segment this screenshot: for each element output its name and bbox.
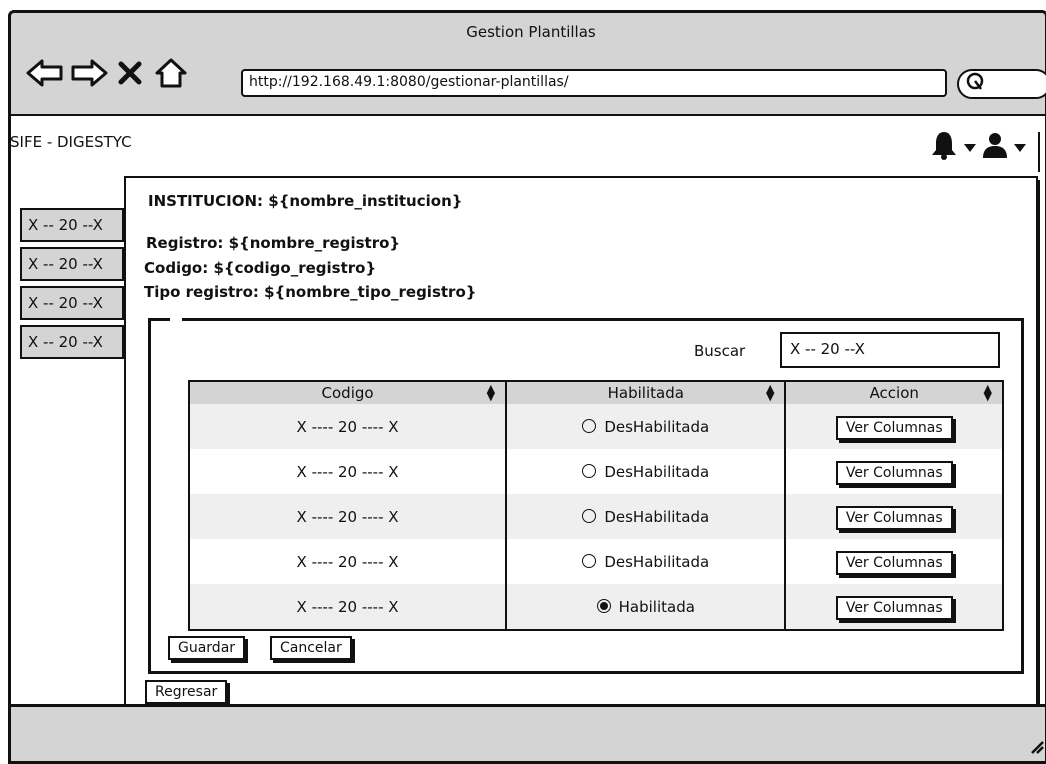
home-icon[interactable] bbox=[151, 53, 191, 93]
status-cell[interactable]: DesHabilitada bbox=[506, 404, 787, 449]
codigo-cell: X ---- 20 ---- X bbox=[189, 449, 508, 494]
user-icon[interactable] bbox=[982, 131, 1008, 163]
action-cell: Ver Columnas bbox=[785, 494, 1004, 539]
sort-icon[interactable]: ▲ ▼ bbox=[487, 383, 495, 402]
status-cell[interactable]: DesHabilitada bbox=[506, 494, 787, 539]
window-title: Gestion Plantillas bbox=[466, 23, 596, 41]
table-row: X ---- 20 ---- X DesHabilitada Ver Colum… bbox=[189, 539, 1004, 584]
side-tab[interactable]: X -- 20 --X bbox=[20, 325, 124, 359]
group-border-gap bbox=[170, 314, 182, 322]
sort-icon[interactable]: ▲ ▼ bbox=[984, 383, 992, 402]
action-cell: Ver Columnas bbox=[785, 404, 1004, 449]
side-tab[interactable]: X -- 20 --X bbox=[20, 247, 124, 281]
back-arrow-icon[interactable] bbox=[25, 53, 65, 93]
resize-icon[interactable] bbox=[1028, 738, 1044, 758]
search-label: Buscar bbox=[694, 342, 746, 360]
scrollbar[interactable] bbox=[1038, 180, 1046, 705]
registro-label: Registro: ${nombre_registro} bbox=[146, 234, 401, 252]
header-actions bbox=[930, 130, 1026, 164]
side-tab[interactable]: X -- 20 --X bbox=[20, 286, 124, 320]
institution-label: INSTITUCION: ${nombre_institucion} bbox=[148, 192, 463, 210]
status-cell[interactable]: Habilitada bbox=[506, 584, 787, 630]
column-header-codigo[interactable]: Codigo ▲ ▼ bbox=[189, 381, 508, 404]
browser-toolbar: Gestion Plantillas http://192.168.49.1:8… bbox=[8, 10, 1046, 116]
side-tab[interactable]: X -- 20 --X bbox=[20, 208, 124, 242]
regresar-button[interactable]: Regresar bbox=[145, 680, 228, 704]
sort-icon[interactable]: ▲ ▼ bbox=[766, 383, 774, 402]
search-input[interactable]: X -- 20 --X bbox=[780, 332, 1000, 368]
cancelar-button[interactable]: Cancelar bbox=[270, 636, 352, 660]
status-cell[interactable]: DesHabilitada bbox=[506, 539, 787, 584]
codigo-cell: X ---- 20 ---- X bbox=[189, 539, 508, 584]
table-row: X ---- 20 ---- X DesHabilitada Ver Colum… bbox=[189, 494, 1004, 539]
templates-table: Codigo ▲ ▼ Habilitada ▲ ▼ Accion ▲ ▼ X ---- 20… bbox=[188, 380, 1004, 631]
radio-button[interactable] bbox=[582, 553, 597, 568]
radio-button[interactable] bbox=[582, 508, 597, 523]
radio-button[interactable] bbox=[582, 418, 597, 433]
url-bar[interactable]: http://192.168.49.1:8080/gestionar-plant… bbox=[241, 69, 947, 97]
search-icon bbox=[965, 71, 987, 97]
codigo-cell: X ---- 20 ---- X bbox=[189, 584, 508, 630]
caret-down-icon[interactable] bbox=[964, 138, 976, 157]
forward-arrow-icon[interactable] bbox=[69, 53, 109, 93]
close-icon[interactable] bbox=[115, 55, 145, 91]
column-header-habilitada[interactable]: Habilitada ▲ ▼ bbox=[506, 381, 787, 404]
bell-icon[interactable] bbox=[930, 130, 958, 164]
ver-columnas-button[interactable]: Ver Columnas bbox=[835, 595, 953, 620]
radio-button-selected[interactable] bbox=[596, 598, 611, 613]
action-cell: Ver Columnas bbox=[785, 449, 1004, 494]
ver-columnas-button[interactable]: Ver Columnas bbox=[835, 460, 953, 485]
radio-button[interactable] bbox=[582, 463, 597, 478]
app-title: SIFE - DIGESTYC bbox=[10, 133, 132, 151]
table-row: X ---- 20 ---- X DesHabilitada Ver Colum… bbox=[189, 449, 1004, 494]
ver-columnas-button[interactable]: Ver Columnas bbox=[835, 505, 953, 530]
scrollbar-top bbox=[1038, 132, 1046, 172]
codigo-cell: X ---- 20 ---- X bbox=[189, 494, 508, 539]
caret-down-icon[interactable] bbox=[1014, 138, 1026, 157]
tipo-registro-label: Tipo registro: ${nombre_tipo_registro} bbox=[144, 283, 477, 301]
column-header-accion[interactable]: Accion ▲ ▼ bbox=[785, 381, 1004, 404]
codigo-label: Codigo: ${codigo_registro} bbox=[144, 259, 377, 277]
browser-statusbar bbox=[8, 704, 1046, 764]
guardar-button[interactable]: Guardar bbox=[168, 636, 246, 660]
browser-search-box[interactable] bbox=[957, 69, 1046, 99]
table-row: X ---- 20 ---- X DesHabilitada Ver Colum… bbox=[189, 404, 1004, 449]
ver-columnas-button[interactable]: Ver Columnas bbox=[835, 550, 953, 575]
codigo-cell: X ---- 20 ---- X bbox=[189, 404, 508, 449]
table-row: X ---- 20 ---- X Habilitada Ver Columnas bbox=[189, 584, 1004, 630]
status-cell[interactable]: DesHabilitada bbox=[506, 449, 787, 494]
ver-columnas-button[interactable]: Ver Columnas bbox=[835, 415, 953, 440]
table-header-row: Codigo ▲ ▼ Habilitada ▲ ▼ Accion ▲ ▼ bbox=[189, 381, 1004, 404]
action-cell: Ver Columnas bbox=[785, 584, 1004, 630]
action-cell: Ver Columnas bbox=[785, 539, 1004, 584]
